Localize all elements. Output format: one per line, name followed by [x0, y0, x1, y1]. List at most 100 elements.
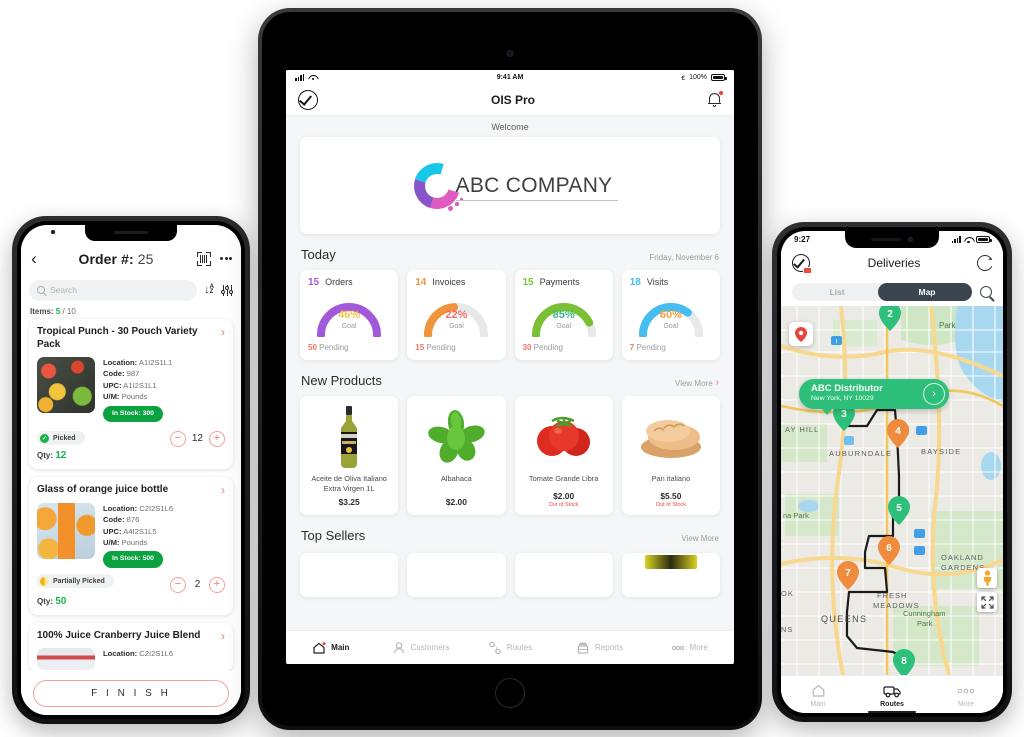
qty-readout: Qty: 12 [37, 450, 67, 462]
kpi-card-payments[interactable]: 15 Payments 85% Goal 30 Pending [514, 270, 613, 360]
tablet-tabbar: Main Customers Routes Reports More [286, 630, 734, 664]
items-counter: Items: 5 / 10 [30, 307, 76, 316]
map-marker-6[interactable]: 6 [878, 536, 900, 565]
refresh-icon[interactable] [977, 255, 993, 271]
map-marker-7[interactable]: 7 [837, 561, 859, 590]
map-marker-5[interactable]: 5 [888, 496, 910, 525]
product-price: $2.00 [553, 491, 575, 501]
chevron-right-icon[interactable]: › [221, 630, 225, 642]
decrement-button[interactable]: − [169, 430, 186, 447]
callout-title: ABC Distributor [811, 383, 883, 395]
left-phone-device: ‹ Order #: 25 Search ↓ A Z Items: 5 / 10… [12, 216, 250, 724]
callout-text: ABC Distributor New York, NY 10029 [811, 383, 923, 404]
product-footer: ✓ Picked Qty: 12 − 12 + [37, 427, 225, 462]
tab-routes[interactable]: Routes [465, 641, 555, 655]
deliveries-map[interactable]: I Park AY HILL AUBURNDALE BAYSIDE na Par… [781, 306, 1003, 675]
bell-notification-icon[interactable] [707, 90, 723, 109]
chevron-right-icon[interactable]: › [923, 383, 945, 405]
chevron-right-icon[interactable]: › [221, 484, 225, 496]
view-more-new-products[interactable]: View More › [675, 378, 719, 388]
check-oval-logo-icon[interactable] [295, 86, 321, 113]
product-code: 987 [126, 369, 140, 379]
top-seller-card[interactable] [300, 553, 399, 597]
quantity-stepper[interactable]: − 12 + [169, 427, 225, 447]
back-icon[interactable]: ‹ [21, 250, 47, 267]
stock-badge: In Stock: 500 [103, 551, 163, 568]
list-map-toggle[interactable]: List Map [792, 283, 972, 301]
stock-note: Out of Stock [655, 502, 686, 508]
order-number: 25 [137, 250, 154, 267]
product-card[interactable]: Pan italiano $5.50 Out of Stock [621, 396, 720, 515]
pending-count: 50 [308, 343, 317, 352]
segment-list[interactable]: List [792, 283, 882, 301]
tab-label: More [958, 701, 974, 708]
new-products-header: New Products View More › [286, 360, 734, 396]
product-card[interactable]: Aceite de Oliva Italiano Extra Virgen 1L… [300, 396, 399, 515]
kpi-card-visits[interactable]: 18 Visits 60% Goal 7 Pending [621, 270, 720, 360]
kpi-card-orders[interactable]: 15 Orders 46% Goal 50 Pending [300, 270, 399, 360]
company-logo: ABC COMPANY [405, 154, 619, 217]
home-button[interactable] [495, 678, 525, 708]
finish-button[interactable]: F I N I S H [33, 679, 229, 707]
tab-main[interactable]: Main [781, 681, 855, 708]
pegman-icon[interactable] [977, 568, 997, 588]
qty-value: 50 [55, 595, 67, 607]
product-card[interactable]: Albahaca $2.00 [407, 396, 506, 515]
tab-main[interactable]: Main [286, 641, 376, 655]
top-seller-card[interactable] [621, 553, 720, 597]
quantity-stepper[interactable]: − 2 + [170, 573, 225, 593]
chevron-right-icon[interactable]: › [221, 326, 225, 338]
front-camera-icon [506, 50, 514, 57]
sort-az-icon[interactable]: ↓ A Z [204, 284, 214, 296]
segment-map[interactable]: Map [882, 283, 972, 301]
barcode-scan-icon[interactable] [197, 251, 211, 266]
product-price: $3.25 [338, 497, 360, 507]
product-body: Location: C2I2S1L6 Code: 876 UPC: A4I2S1… [37, 502, 225, 568]
tab-routes[interactable]: Routes [855, 681, 929, 713]
map-canvas: I Park AY HILL AUBURNDALE BAYSIDE na Par… [781, 306, 1003, 675]
expand-arrows-icon[interactable] [977, 592, 997, 612]
tab-label: Main [331, 643, 350, 652]
map-marker-4[interactable]: 4 [887, 419, 909, 448]
top-seller-card[interactable] [407, 553, 506, 597]
stepper-value: 2 [194, 579, 201, 590]
list-item[interactable]: › Glass of orange juice bottle Location:… [29, 477, 233, 615]
section-title: Top Sellers [301, 528, 366, 543]
list-item[interactable]: › 100% Juice Cranberry Juice Blend Locat… [29, 622, 233, 672]
view-more-top-sellers[interactable]: View More [681, 534, 719, 543]
product-card[interactable]: Tomate Grande Libra $2.00 Out of Stock [514, 396, 613, 515]
kpi-card-invoices[interactable]: 14 Invoices 22% Goal 15 Pending [407, 270, 506, 360]
map-pin-icon[interactable] [789, 322, 813, 346]
filter-sliders-icon[interactable] [221, 284, 234, 296]
decrement-button[interactable]: − [170, 576, 186, 593]
top-seller-card[interactable] [514, 553, 613, 597]
map-marker-2[interactable]: 2 [879, 306, 901, 331]
route-icon [488, 641, 502, 655]
search-icon[interactable] [980, 286, 992, 298]
gauge: 60% Goal [630, 291, 712, 337]
more-dots-icon[interactable] [220, 257, 232, 260]
devices-showcase: ‹ Order #: 25 Search ↓ A Z Items: 5 / 10… [0, 0, 1024, 737]
pending-count: 7 [629, 343, 635, 352]
check-oval-logo-icon[interactable] [789, 251, 813, 275]
tomatoes-image [520, 403, 608, 471]
kpi-header: 15 Payments [523, 277, 605, 288]
tab-customers[interactable]: Customers [376, 641, 466, 655]
gauge-goal-label: Goal [663, 323, 679, 330]
search-input[interactable]: Search [29, 279, 198, 301]
map-callout[interactable]: ABC Distributor New York, NY 10029 › [799, 379, 949, 415]
increment-button[interactable]: + [209, 576, 225, 593]
front-camera-icon [908, 237, 913, 242]
battery-full-icon [976, 236, 992, 243]
tab-more[interactable]: More [929, 681, 1003, 708]
kpi-pending: 7 Pending [629, 343, 666, 352]
increment-button[interactable]: + [209, 430, 225, 447]
svg-text:AUBURNDALE: AUBURNDALE [829, 449, 892, 458]
tab-reports[interactable]: Reports [555, 641, 645, 655]
status-badge: ✓ Picked [37, 431, 85, 446]
list-item[interactable]: › Tropical Punch - 30 Pouch Variety Pack… [29, 319, 233, 470]
product-thumbnail [37, 648, 95, 670]
tab-more[interactable]: More [644, 641, 734, 655]
map-marker-8[interactable]: 8 [893, 649, 915, 675]
order-items-list[interactable]: › Tropical Punch - 30 Pouch Variety Pack… [21, 319, 241, 715]
